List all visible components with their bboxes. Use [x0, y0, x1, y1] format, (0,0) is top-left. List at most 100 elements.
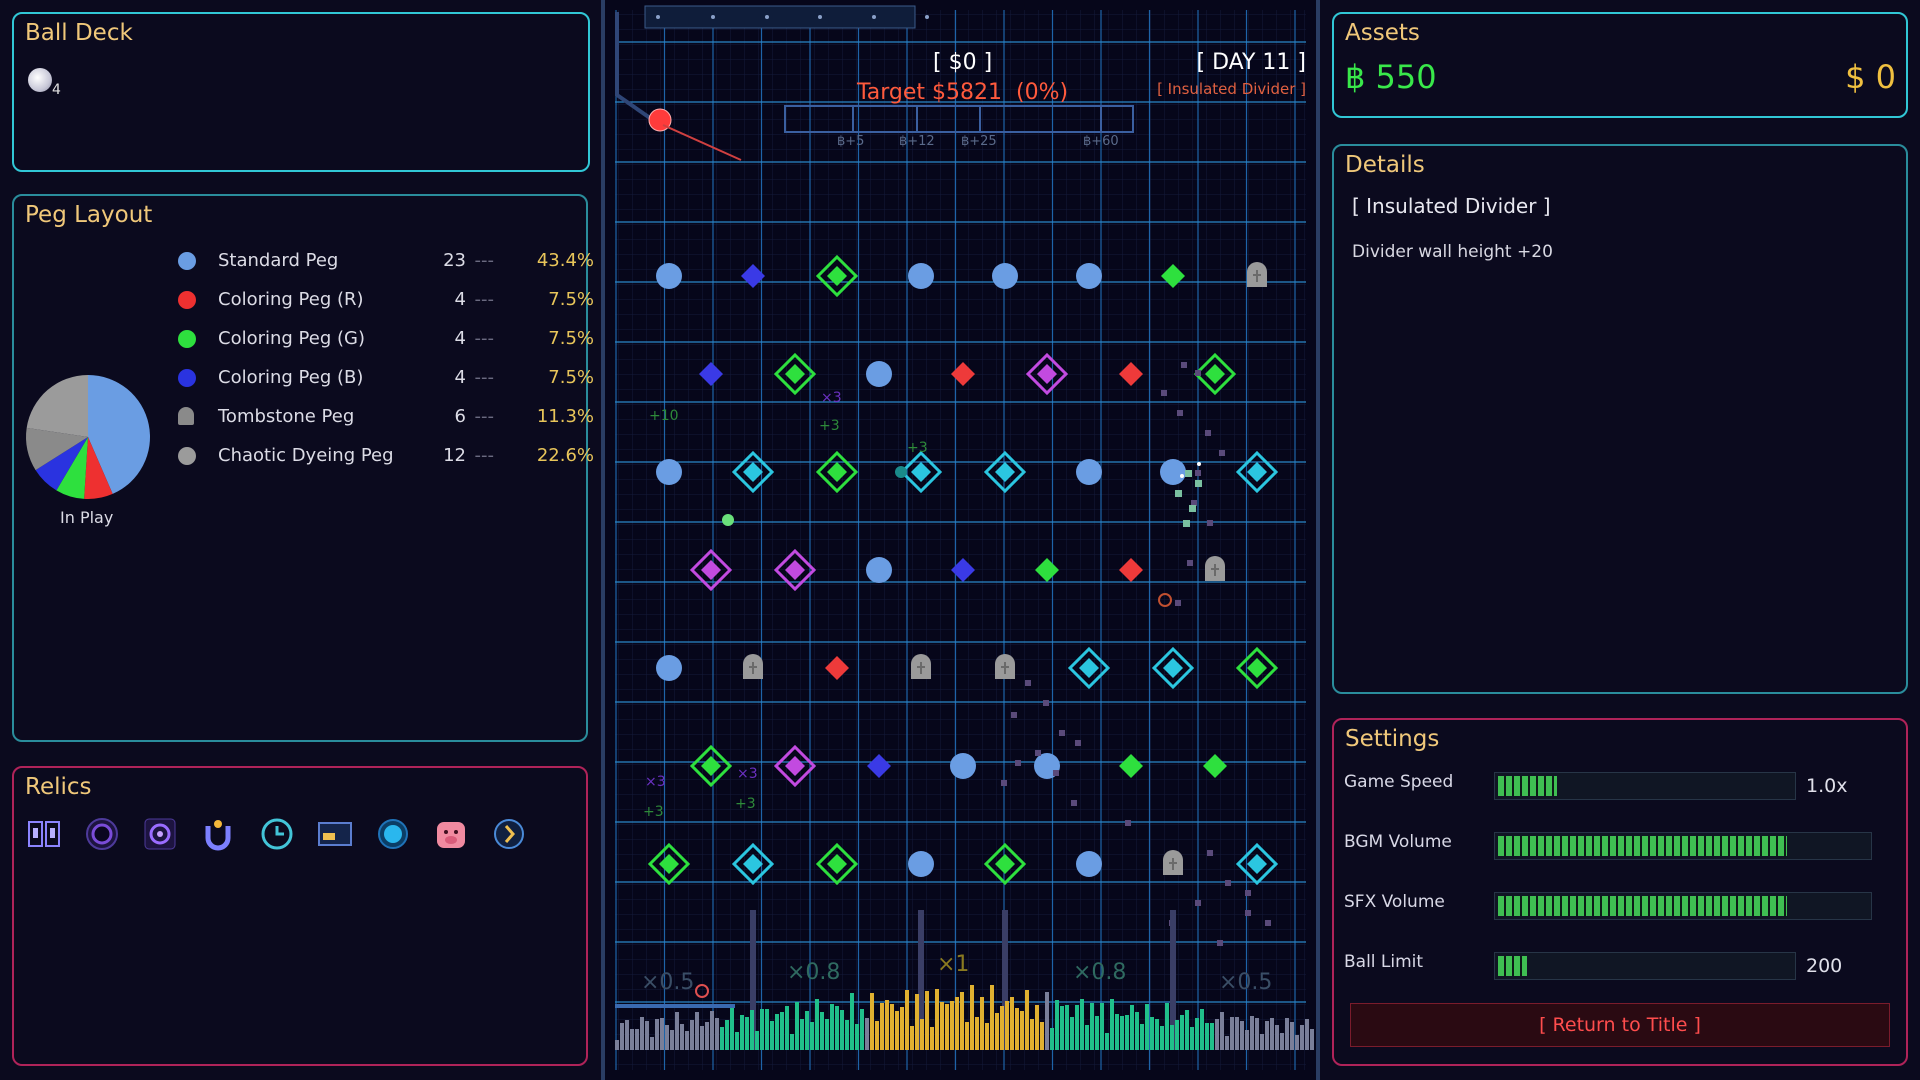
peg-legend-row: Coloring Peg (R) 4 --- 7.5% [164, 287, 594, 313]
equalizer-bar [670, 1030, 674, 1050]
equalizer-bar [930, 1027, 934, 1050]
peg-legend-dash: --- [474, 406, 495, 427]
relic-spiral-icon[interactable] [142, 816, 178, 852]
bucket-multiplier: ×0.5 [641, 970, 695, 995]
peg-legend-row: Standard Peg 23 --- 43.4% [164, 248, 594, 274]
coloring-peg-r-swatch [178, 291, 196, 309]
equalizer-bar [740, 1015, 744, 1050]
equalizer-bar [695, 1012, 699, 1050]
peg-legend-label: Coloring Peg (R) [218, 289, 364, 310]
equalizer-bar [805, 1011, 809, 1050]
equalizer-bar [1275, 1025, 1279, 1050]
standard-peg [1076, 851, 1102, 877]
floating-text: ×3 [645, 774, 666, 790]
peg-legend-row: Coloring Peg (G) 4 --- 7.5% [164, 326, 594, 352]
particle [1183, 520, 1190, 527]
equalizer-bar [680, 1024, 684, 1050]
equalizer-bar [720, 1027, 724, 1050]
pie-chart-label: In Play [60, 508, 114, 527]
equalizer-bar [1155, 1019, 1159, 1050]
equalizer-bar [1225, 1036, 1229, 1050]
equalizer-bar [1300, 1025, 1304, 1050]
rivet-dot [656, 15, 660, 19]
tombstone-peg [1205, 556, 1225, 581]
milestone-label: ฿+12 [899, 134, 935, 149]
bucket-sensor [615, 1004, 735, 1008]
equalizer-bar [775, 1014, 779, 1050]
standard-peg [866, 361, 892, 387]
equalizer-bar [950, 1001, 954, 1050]
floating-text: +10 [649, 408, 679, 424]
equalizer-bar [690, 1020, 694, 1050]
peg-legend-percent: 7.5% [548, 289, 594, 310]
game-speed-slider[interactable] [1494, 772, 1796, 800]
equalizer-bar [620, 1023, 624, 1050]
peg-legend-dash: --- [474, 445, 495, 466]
game-speed-fill [1498, 776, 1557, 796]
relic-clock-icon[interactable] [259, 816, 295, 852]
assets-title: Assets [1345, 20, 1420, 46]
floating-text: +3 [819, 418, 840, 434]
bgm-volume-slider[interactable] [1494, 832, 1872, 860]
current-item-label: [ Insulated Divider ] [1157, 80, 1306, 98]
peg-legend-percent: 7.5% [548, 367, 594, 388]
equalizer-bar [640, 1017, 644, 1050]
relic-orb-icon[interactable] [375, 816, 411, 852]
equalizer-bar [905, 990, 909, 1050]
equalizer-bar [1170, 1025, 1174, 1050]
equalizer-bar [920, 1019, 924, 1050]
particle [1205, 430, 1211, 436]
equalizer-bar [900, 1007, 904, 1050]
ball-limit-slider[interactable] [1494, 952, 1796, 980]
ball-icon[interactable] [28, 68, 52, 92]
rivet-dot [925, 15, 929, 19]
equalizer-bar [1195, 1018, 1199, 1050]
ball-limit-value: 200 [1806, 955, 1843, 977]
standard-peg [950, 753, 976, 779]
equalizer-bar [685, 1031, 689, 1050]
equalizer-bar [630, 1029, 634, 1050]
tombstone-peg [743, 654, 763, 679]
equalizer-bar [925, 991, 929, 1050]
sfx-volume-slider[interactable] [1494, 892, 1872, 920]
particle [1001, 780, 1007, 786]
round-money: [ $0 ] [933, 50, 993, 75]
equalizer-bar [985, 1023, 989, 1050]
equalizer-bar [1210, 1023, 1214, 1050]
equalizer-bar [750, 1010, 754, 1050]
ball-deck-panel: Ball Deck 4 [12, 12, 590, 172]
relic-pig-icon[interactable] [433, 816, 469, 852]
peg-legend-label: Tombstone Peg [218, 406, 355, 427]
particle [1195, 480, 1202, 487]
peg-legend-dash: --- [474, 328, 495, 349]
relic-vortex-icon[interactable] [84, 816, 120, 852]
equalizer-bar [890, 1004, 894, 1050]
relic-card-icon[interactable] [317, 816, 353, 852]
equalizer-bar [1260, 1034, 1264, 1050]
equalizer-bar [785, 1006, 789, 1050]
equalizer-bar [675, 1012, 679, 1050]
standard-peg [866, 557, 892, 583]
game-board[interactable]: [ $0 ] [ DAY 11 ] Target $5821 (0%) [ In… [601, 0, 1320, 1080]
return-to-title-button[interactable]: [ Return to Title ] [1350, 1003, 1890, 1047]
ball [895, 466, 907, 478]
standard-peg [1076, 263, 1102, 289]
peg-legend-count: 4 [454, 328, 466, 349]
particle [1175, 490, 1182, 497]
equalizer-bar [830, 1004, 834, 1050]
relic-compass-icon[interactable] [491, 816, 527, 852]
equalizer-bar [710, 1011, 714, 1050]
game-speed-label: Game Speed [1344, 772, 1454, 792]
equalizer-bar [940, 1002, 944, 1050]
standard-peg [1160, 459, 1186, 485]
bucket-multiplier: ×1 [937, 952, 970, 977]
equalizer-bar [845, 1020, 849, 1050]
particle [1207, 850, 1213, 856]
relic-magnet-icon[interactable] [200, 816, 236, 852]
bits-amount: ฿ 550 [1345, 58, 1437, 96]
equalizer-bar [1100, 1003, 1104, 1050]
equalizer-bar [760, 1009, 764, 1050]
relic-book-icon[interactable] [26, 816, 62, 852]
day-counter: [ DAY 11 ] [1196, 50, 1306, 75]
particle [1011, 712, 1017, 718]
